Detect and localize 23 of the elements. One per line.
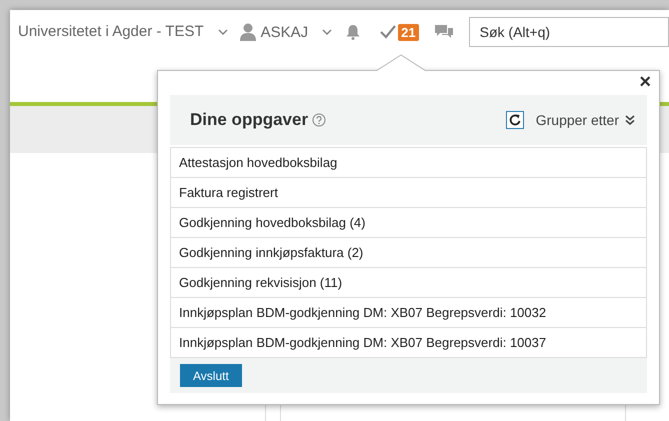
task-item[interactable]: Faktura registrert	[171, 177, 646, 207]
task-item[interactable]: Godkjenning hovedboksbilag (4)	[171, 207, 646, 237]
checkmark-icon[interactable]	[380, 25, 396, 39]
help-icon[interactable]	[312, 113, 326, 127]
search-field[interactable]: Søk (Alt+q)	[468, 17, 669, 47]
group-by-button[interactable]: Grupper etter	[536, 112, 619, 128]
task-item[interactable]: Godkjenning rekvisisjon (11)	[171, 267, 646, 297]
popup-title: Dine oppgaver	[190, 110, 308, 130]
bell-icon[interactable]	[346, 24, 360, 40]
user-icon	[240, 23, 256, 41]
double-chevron-down-icon[interactable]	[625, 115, 635, 125]
user-name[interactable]: ASKAJ	[260, 24, 308, 40]
refresh-icon[interactable]	[506, 111, 524, 129]
chevron-down-icon[interactable]	[322, 29, 332, 35]
close-button[interactable]: ×	[637, 71, 653, 93]
organization-name[interactable]: Universitetet i Agder - TEST	[18, 22, 204, 40]
task-item[interactable]: Attestasjon hovedboksbilag	[171, 148, 646, 177]
task-item[interactable]: Innkjøpsplan BDM-godkjenning DM: XB07 Begrepsverdi: 10037	[171, 327, 646, 357]
chat-icon[interactable]	[434, 25, 453, 39]
chevron-down-icon[interactable]	[218, 29, 228, 35]
finish-button[interactable]: Avslutt	[180, 364, 242, 387]
task-item[interactable]: Godkjenning innkjøpsfaktura (2)	[171, 237, 646, 267]
task-item[interactable]: Innkjøpsplan BDM-godkjenning DM: XB07 Begrepsverdi: 10032	[171, 297, 646, 327]
